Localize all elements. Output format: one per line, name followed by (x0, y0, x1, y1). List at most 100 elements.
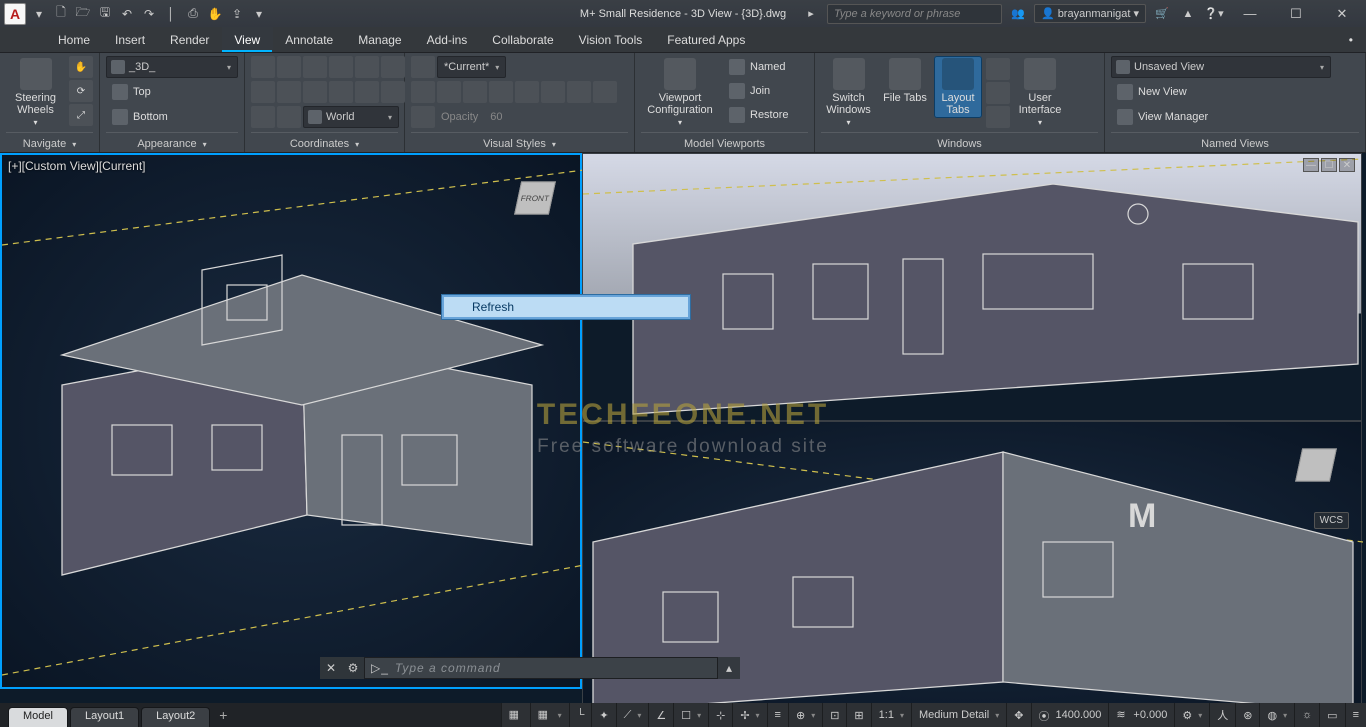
viewport-left[interactable]: [+][Custom View][Current] FRONT WCS (0, 153, 582, 689)
zoom-extents-icon[interactable]: ⤢ (69, 104, 93, 126)
ucs-rot-icon[interactable] (303, 81, 327, 103)
tab-insert[interactable]: Insert (103, 27, 158, 52)
viewcontrols-icon[interactable] (411, 56, 435, 78)
tile-v-icon[interactable] (986, 82, 1010, 104)
qat-new-icon[interactable]: ▾ (30, 5, 48, 23)
tile-h-icon[interactable] (986, 58, 1010, 80)
ucs-face-icon[interactable] (355, 56, 379, 78)
minimize-button[interactable]: — (1230, 0, 1270, 27)
view-select[interactable]: _3D_ (106, 56, 238, 78)
status-polar-icon[interactable]: ✦ (591, 703, 615, 727)
view-manager-button[interactable]: View Manager (1111, 106, 1214, 128)
view-bottom-button[interactable]: Bottom (106, 106, 174, 128)
status-grid-icon[interactable]: ▦ (530, 703, 569, 727)
status-iso-icon[interactable]: ⟋ (616, 703, 649, 727)
status-clean-icon[interactable]: ▭ (1319, 703, 1344, 727)
status-ws-icon[interactable]: ⚙ (1174, 703, 1209, 727)
vs-b2-icon[interactable] (437, 81, 461, 103)
ucs-toggle-icon[interactable] (251, 106, 275, 128)
command-line[interactable]: ✕ ⚙ ▷_ Type a command ▴ (320, 657, 740, 679)
status-gizmo-icon[interactable]: ✥ (1006, 703, 1030, 727)
doc-close-icon[interactable]: ✕ (1339, 158, 1355, 172)
viewport-config-button[interactable]: Viewport Configuration (641, 56, 719, 127)
context-menu-refresh[interactable]: Refresh (441, 294, 691, 320)
vs-b7-icon[interactable] (567, 81, 591, 103)
pan-icon[interactable]: ✋ (69, 56, 93, 78)
qat-open-icon[interactable]: 🗁 (74, 5, 92, 23)
doc-max-icon[interactable]: ☐ (1321, 158, 1337, 172)
qat-save-icon[interactable]: 🖫 (96, 5, 114, 23)
status-tpy-icon[interactable]: ⊕ (788, 703, 822, 727)
status-ortho-icon[interactable]: └ (569, 703, 592, 727)
ribbon-help-icon[interactable]: • (1337, 27, 1366, 52)
command-input[interactable]: ▷_ Type a command (364, 657, 718, 679)
tab-home[interactable]: Home (46, 27, 103, 52)
opacity-icon[interactable] (411, 106, 435, 128)
user-account-button[interactable]: 👤 brayanmanigat ▾ (1034, 4, 1146, 23)
ucs-x-icon[interactable] (277, 56, 301, 78)
vp-named-button[interactable]: Named (723, 56, 795, 78)
status-sc-icon[interactable]: ⊞ (846, 703, 870, 727)
cmdline-expand-icon[interactable]: ▴ (718, 657, 740, 679)
viewport-left-label[interactable]: [+][Custom View][Current] (8, 159, 146, 173)
tab-featured-apps[interactable]: Featured Apps (655, 27, 758, 52)
user-interface-button[interactable]: User Interface (1014, 56, 1066, 127)
status-qp-icon[interactable]: ⊡ (822, 703, 846, 727)
status-osnap-icon[interactable]: ∠ (648, 703, 673, 727)
cmdline-settings-icon[interactable]: ⚙ (342, 657, 364, 679)
ucs-origin-icon[interactable] (355, 81, 379, 103)
search-dropdown-icon[interactable]: ▸ (801, 7, 821, 20)
qat-undo-icon[interactable]: ↶ (118, 5, 136, 23)
ucs-obj-icon[interactable] (381, 56, 405, 78)
help-icon[interactable]: ❔▾ (1204, 7, 1224, 20)
new-view-button[interactable]: New View (1111, 81, 1193, 103)
status-3dosnap-icon[interactable]: ☐ (673, 703, 708, 727)
app-exchange-icon[interactable]: ▲ (1178, 8, 1198, 20)
status-detail[interactable]: Medium Detail (911, 703, 1006, 727)
tab-addins[interactable]: Add-ins (415, 27, 481, 52)
vs-b8-icon[interactable] (593, 81, 617, 103)
maximize-button[interactable]: ☐ (1276, 0, 1316, 27)
sheet-tab-layout1[interactable]: Layout1 (70, 707, 139, 727)
cart-icon[interactable]: 🛒 (1152, 7, 1172, 20)
status-dyn-icon[interactable]: ✢ (732, 703, 766, 727)
ucs-z-icon[interactable] (329, 56, 353, 78)
tab-annotate[interactable]: Annotate (273, 27, 346, 52)
qat-more-icon[interactable]: ▾ (250, 5, 268, 23)
sheet-tab-layout2[interactable]: Layout2 (141, 707, 210, 727)
ucs-view-icon[interactable] (251, 81, 275, 103)
vs-b3-icon[interactable] (463, 81, 487, 103)
status-angle[interactable]: ≋+0.000 (1108, 703, 1174, 727)
status-coord[interactable]: ⦿1400.000 (1031, 703, 1109, 727)
tab-manage[interactable]: Manage (346, 27, 414, 52)
sheet-tab-model[interactable]: Model (8, 707, 68, 727)
signin-icon[interactable]: 👥 (1008, 7, 1028, 20)
app-logo[interactable]: A (4, 3, 26, 25)
status-lwt-icon[interactable]: ≡ (767, 703, 788, 727)
tab-vision-tools[interactable]: Vision Tools (567, 27, 656, 52)
layout-tabs-button[interactable]: Layout Tabs (934, 56, 982, 118)
ucs-save-icon[interactable] (381, 81, 405, 103)
file-tabs-button[interactable]: File Tabs (880, 56, 930, 104)
tab-view[interactable]: View (222, 27, 273, 52)
status-scale[interactable]: 1:1 (871, 703, 911, 727)
status-perf-icon[interactable]: ⊛ (1235, 703, 1259, 727)
qat-new-doc-icon[interactable]: 🗋 (52, 5, 70, 23)
add-layout-button[interactable]: + (212, 707, 234, 723)
qat-redo-icon[interactable]: ↷ (140, 5, 158, 23)
ucs-icon[interactable] (251, 56, 275, 78)
status-track-icon[interactable]: ⊹ (708, 703, 732, 727)
vs-b1-icon[interactable] (411, 81, 435, 103)
status-model-icon[interactable]: ▦ (501, 703, 530, 727)
cmdline-close-icon[interactable]: ✕ (320, 657, 342, 679)
ucs-y-icon[interactable] (303, 56, 327, 78)
coord-system-select[interactable]: World (303, 106, 399, 128)
visual-style-select[interactable]: *Current* (437, 56, 506, 78)
vp-restore-button[interactable]: Restore (723, 104, 795, 126)
switch-windows-button[interactable]: Switch Windows (821, 56, 876, 127)
qat-print-icon[interactable]: ⎙ (184, 5, 202, 23)
doc-min-icon[interactable]: — (1303, 158, 1319, 172)
ucs-named-icon[interactable] (277, 106, 301, 128)
status-iso2-icon[interactable]: ☼ (1294, 703, 1319, 727)
qat-pan-icon[interactable]: ✋ (206, 5, 224, 23)
